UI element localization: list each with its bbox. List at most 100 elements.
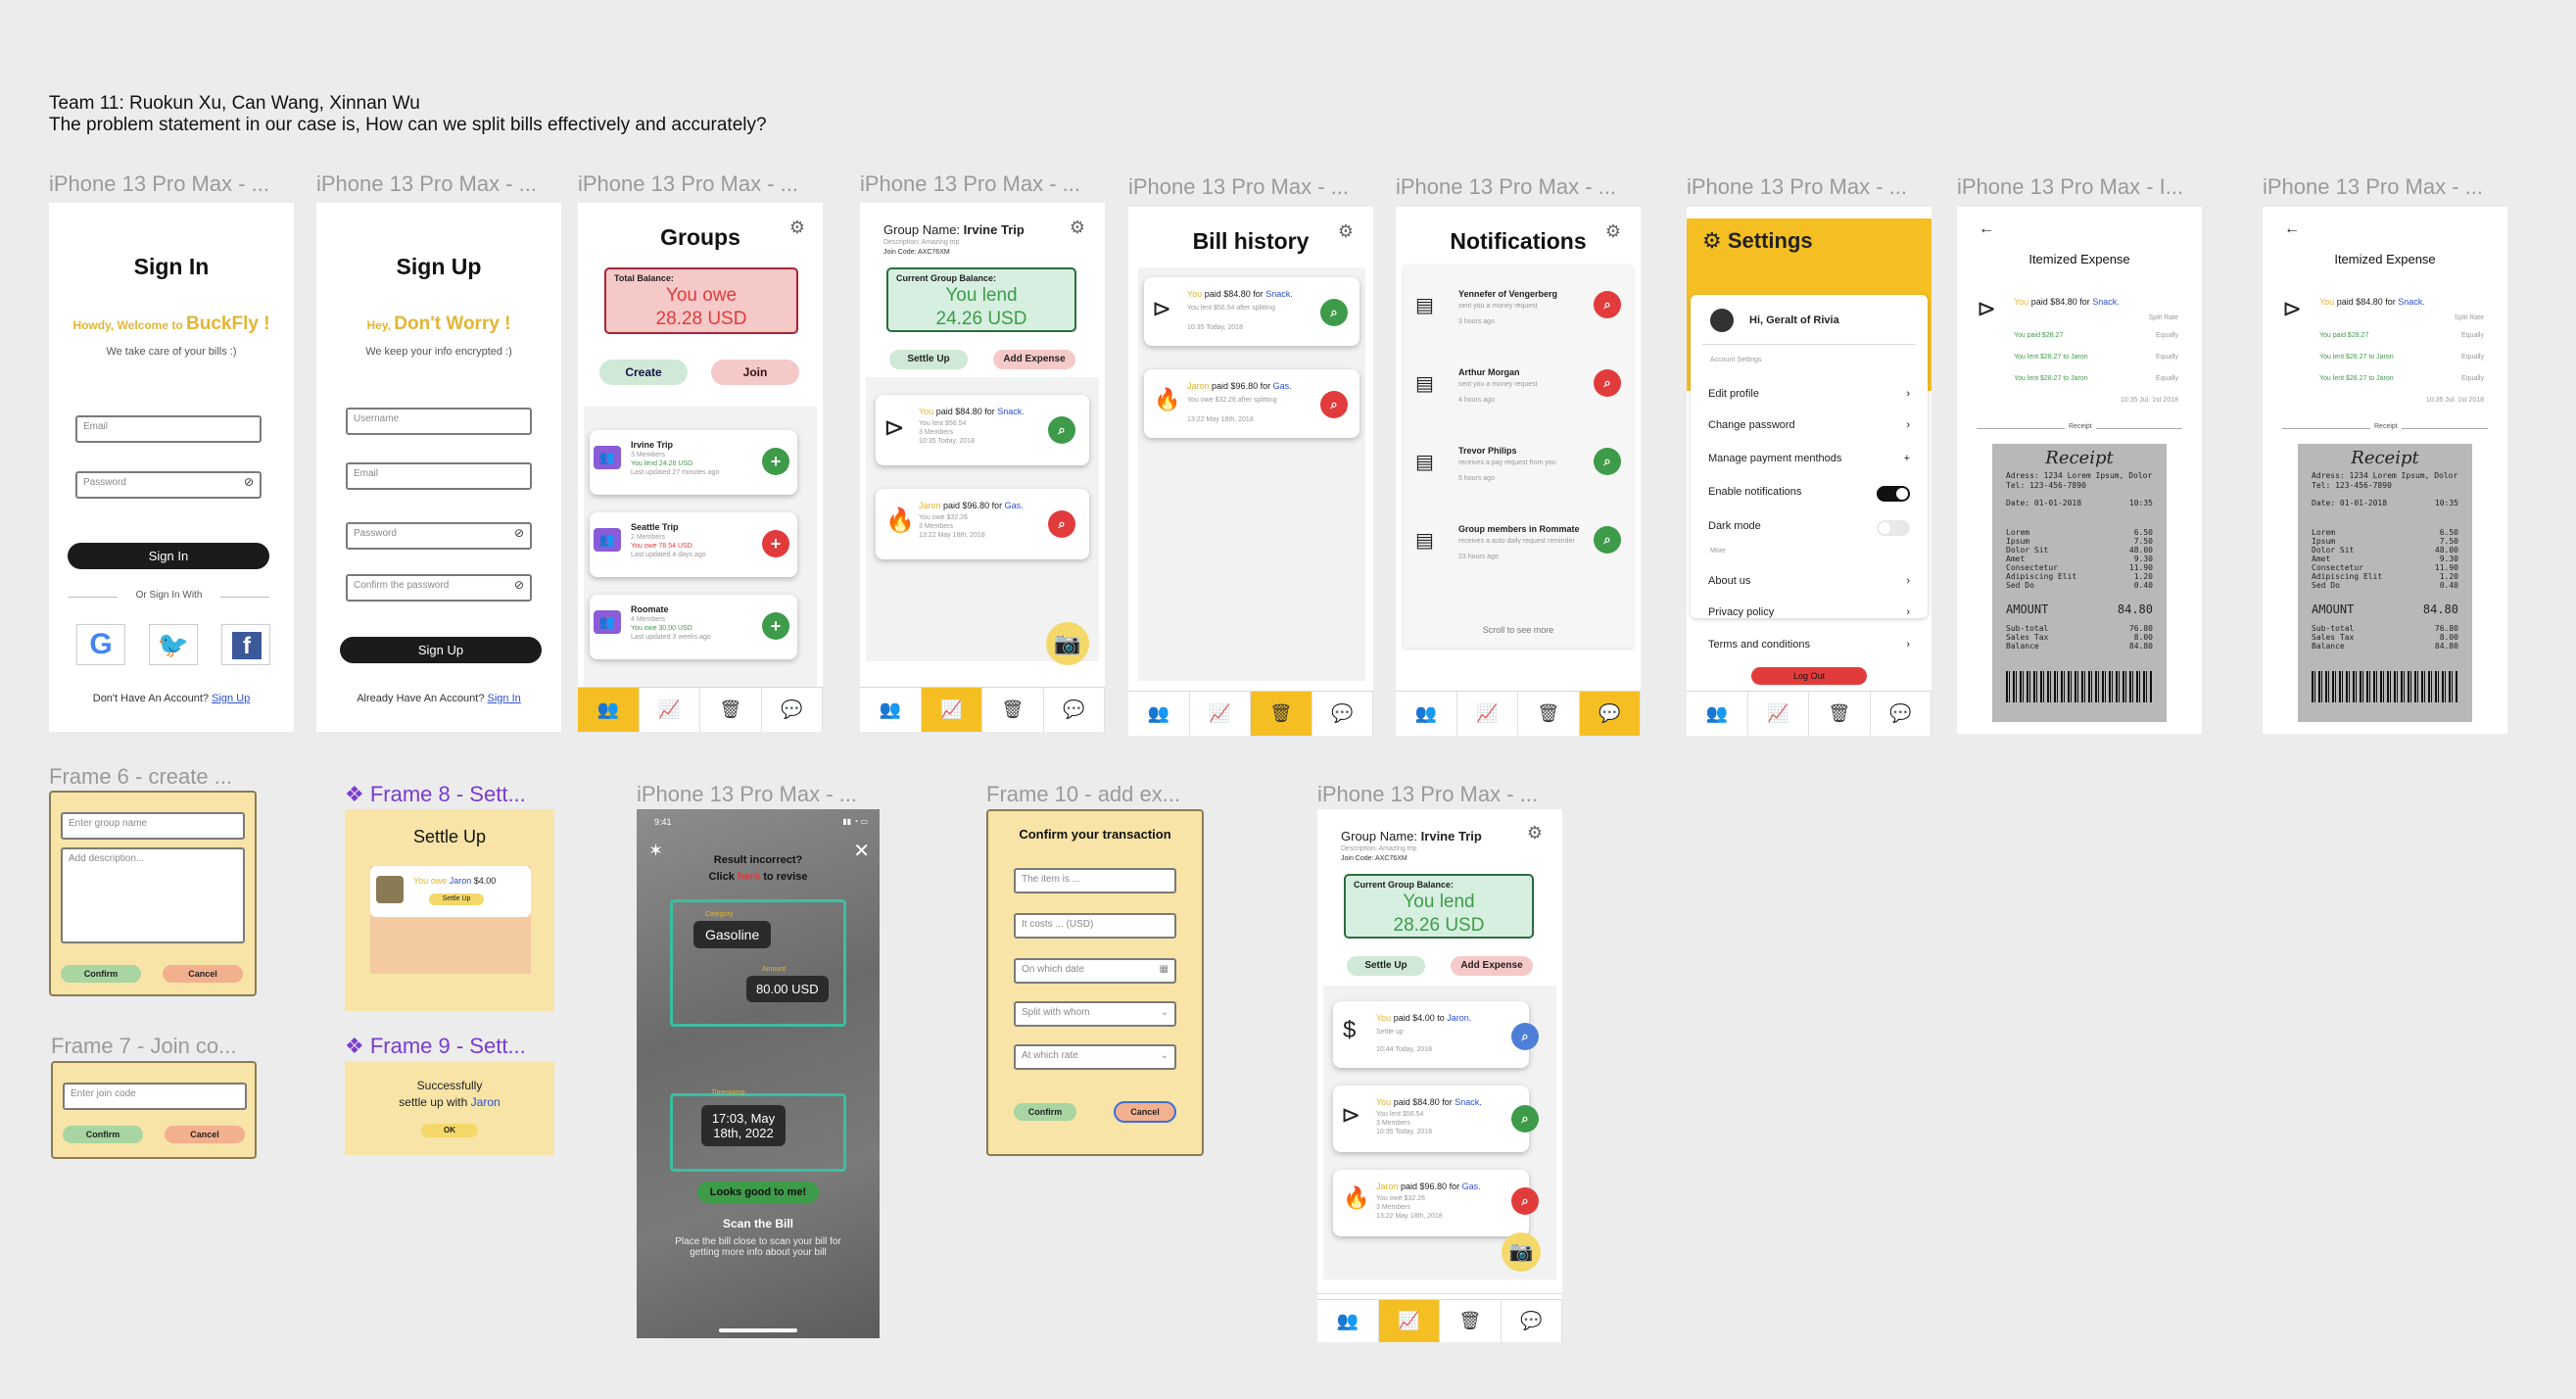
frame-label[interactable]: Frame 10 - add ex... [986,782,1212,807]
tab-chart-icon[interactable]: 📈 [1457,692,1518,736]
tab-chart-icon[interactable]: 📈 [1378,1300,1440,1342]
dark-mode-row[interactable]: Dark mode [1708,520,1910,536]
tab-archive-icon[interactable]: 🗑 [1809,692,1871,736]
gear-icon[interactable]: ⚙ [789,217,805,238]
close-icon[interactable]: ✕ [853,839,870,863]
frame-label-component[interactable]: ❖ Frame 9 - Sett... [345,1034,555,1059]
settle-up-button[interactable]: Settle Up [429,893,484,905]
expense-card[interactable]: 🔥 Jaron paid $96.80 for Gas. You owe $32… [876,489,1089,559]
flash-icon[interactable]: ✶ [648,841,663,861]
bill-card[interactable]: 🔥 Jaron paid $96.80 for Gas. You owe $32… [1144,369,1360,438]
search-icon[interactable]: ⌕ [1511,1187,1539,1215]
notification-item[interactable]: ▤ Yennefer of Vengerberg sent you a mone… [1411,289,1625,348]
gear-icon[interactable]: ⚙ [1527,823,1543,844]
search-icon[interactable]: ⌕ [1511,1023,1539,1050]
tab-archive-icon[interactable]: 🗑 [1440,1300,1502,1342]
group-card-seattle[interactable]: 👥 Seattle Trip 2 Members You owe 78.54 U… [590,512,797,577]
tab-notification-icon[interactable]: 💬 [762,688,823,732]
frame-label[interactable]: iPhone 13 Pro Max - I... [1957,174,2192,200]
tab-notification-icon[interactable]: 💬 [1579,692,1641,736]
notification-item[interactable]: ▤ Group members in Rommate receives a au… [1411,524,1625,583]
plus-icon[interactable]: + [762,448,789,475]
cancel-button[interactable]: Cancel [163,965,243,983]
join-code-input[interactable]: Enter join code [63,1083,247,1110]
google-icon[interactable]: G [76,624,125,665]
change-password-row[interactable]: Change password › [1708,419,1910,431]
tab-notification-icon[interactable]: 💬 [1502,1300,1562,1342]
tab-archive-icon[interactable]: 🗑 [1518,692,1580,736]
signup-button[interactable]: Sign Up [340,637,542,663]
camera-icon[interactable]: 📷 [1502,1232,1541,1272]
tab-chart-icon[interactable]: 📈 [640,688,700,732]
amount-value[interactable]: 80.00 USD [746,976,829,1002]
username-field[interactable]: Username [346,408,532,435]
frame-label[interactable]: Frame 7 - Join co... [51,1034,262,1059]
frame-label[interactable]: iPhone 13 Pro Max - ... [860,171,1105,197]
eye-off-icon[interactable]: ⊘ [514,526,524,540]
search-icon[interactable]: ⌕ [1320,299,1348,326]
edit-profile-row[interactable]: Edit profile › [1708,388,1910,400]
split-with-select[interactable]: Split with whom ⌄ [1014,1001,1176,1027]
plus-icon[interactable]: + [762,612,789,640]
notification-item[interactable]: ▤ Arthur Morgan sent you a money request… [1411,367,1625,426]
confirm-button[interactable]: Confirm [61,965,141,983]
plus-icon[interactable]: + [762,530,789,557]
gear-icon[interactable]: ⚙ [1338,221,1354,242]
frame-label[interactable]: iPhone 13 Pro Max - ... [1396,174,1631,200]
description-input[interactable]: Add description... [61,847,245,943]
confirm-button[interactable]: Confirm [1014,1103,1076,1121]
gear-icon[interactable]: ⚙ [1070,217,1085,238]
avatar[interactable] [1710,309,1734,332]
tab-chart-icon[interactable]: 📈 [1190,692,1251,736]
toggle-off[interactable] [1877,520,1910,536]
payment-methods-row[interactable]: Manage payment menthods + [1708,453,1910,464]
notification-item[interactable]: ▤ Trevor Philips receives a pay request … [1411,446,1625,505]
looks-good-button[interactable]: Looks good to me! [697,1182,819,1203]
search-icon[interactable]: ⌕ [1048,510,1075,538]
eye-off-icon[interactable]: ⊘ [514,578,524,592]
settle-up-button[interactable]: Settle Up [889,350,968,369]
frame-label[interactable]: iPhone 13 Pro Max - ... [1687,174,1922,200]
frame-label-component[interactable]: ❖ Frame 8 - Sett... [345,782,555,807]
tab-groups-icon[interactable]: 👥 [1396,692,1457,736]
tab-archive-icon[interactable]: 🗑 [700,688,762,732]
frame-label[interactable]: iPhone 13 Pro Max - ... [1128,174,1363,200]
tab-archive-icon[interactable]: 🗑 [1251,692,1312,736]
privacy-row[interactable]: Privacy policy › [1708,606,1910,618]
group-card-irvine[interactable]: 👥 Irvine Trip 3 Members You lend 24.26 U… [590,430,797,495]
expense-card[interactable]: ⊳ You paid $84.80 for Snack. You lent $5… [1333,1085,1529,1152]
tab-groups-icon[interactable]: 👥 [860,688,922,732]
search-icon[interactable]: ⌕ [1511,1105,1539,1133]
item-input[interactable]: The item is ... [1014,868,1176,893]
email-field[interactable]: Email [75,415,262,443]
gear-icon[interactable]: ⚙ [1605,221,1621,242]
signin-button[interactable]: Sign In [68,543,269,569]
signin-link[interactable]: Sign In [488,693,521,704]
tab-archive-icon[interactable]: 🗑 [982,688,1044,732]
bill-card[interactable]: ⊳ You paid $84.80 for Snack. You lent $5… [1144,277,1360,346]
tab-chart-icon[interactable]: 📈 [921,688,982,732]
create-button[interactable]: Create [599,360,688,385]
camera-icon[interactable]: 📷 [1046,622,1089,665]
twitter-icon[interactable]: 🐦 [149,624,198,665]
password-field[interactable]: Password ⊘ [75,471,262,499]
tab-notification-icon[interactable]: 💬 [1871,692,1932,736]
logout-button[interactable]: Log Out [1751,667,1867,685]
cost-input[interactable]: It costs ... (USD) [1014,913,1176,939]
search-icon[interactable]: ⌕ [1320,391,1348,418]
terms-row[interactable]: Terms and conditions › [1708,639,1910,651]
group-name-input[interactable]: Enter group name [61,812,245,840]
search-icon[interactable]: ⌕ [1048,416,1075,444]
eye-off-icon[interactable]: ⊘ [244,475,254,489]
search-icon[interactable]: ⌕ [1594,369,1621,397]
rate-select[interactable]: At which rate ⌄ [1014,1044,1176,1070]
gear-icon[interactable]: ⚙ [1702,228,1722,253]
ok-button[interactable]: OK [421,1124,478,1137]
search-icon[interactable]: ⌕ [1594,526,1621,554]
cancel-button[interactable]: Cancel [1114,1101,1176,1123]
confirm-password-field[interactable]: Confirm the password ⊘ [346,574,532,602]
group-card-roommate[interactable]: 👥 Roomate 4 Members You owe 30.00 USD La… [590,595,797,659]
expense-card[interactable]: 🔥 Jaron paid $96.80 for Gas. You owe $32… [1333,1170,1529,1236]
join-button[interactable]: Join [711,360,799,385]
frame-label[interactable]: iPhone 13 Pro Max - ... [1317,782,1562,807]
